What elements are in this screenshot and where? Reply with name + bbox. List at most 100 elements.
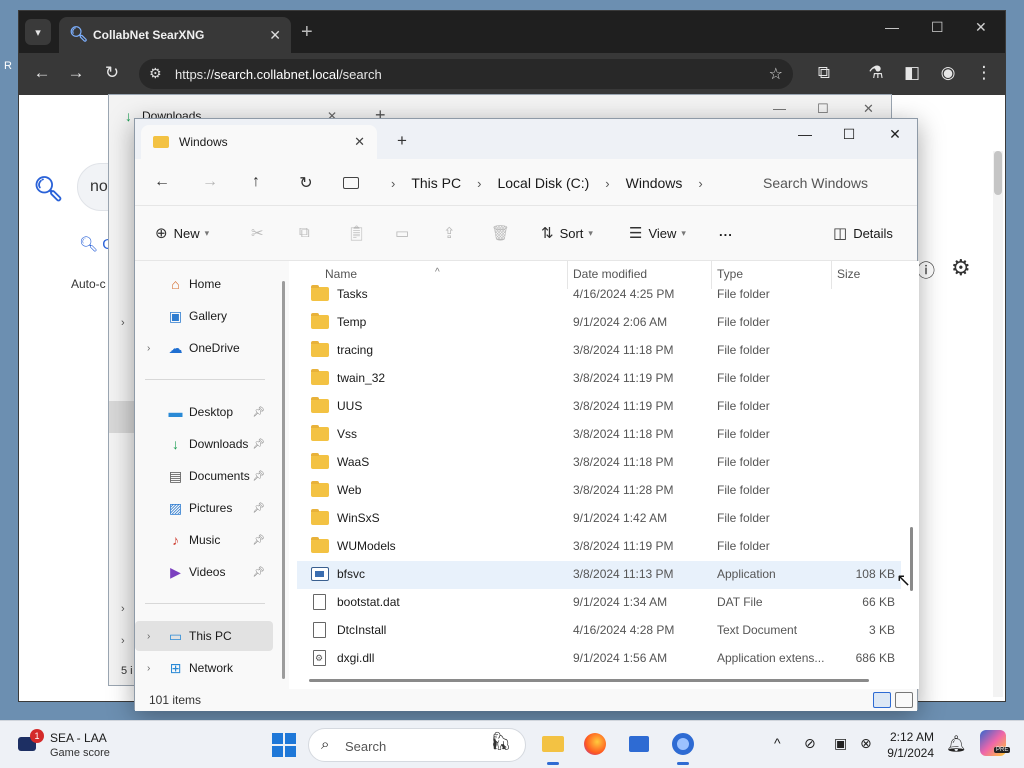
taskbar-search[interactable]: ⌕ Search 🦍︎ [308,728,526,762]
close-window-icon[interactable]: ✕ [863,101,874,117]
share-icon[interactable]: ⇪ [443,224,456,242]
column-header-name[interactable]: Name [325,267,357,281]
file-row[interactable]: dxgi.dll 9/1/2024 1:56 AM Application exte… [297,645,901,673]
file-row[interactable]: Temp 9/1/2024 2:06 AM File folder [297,309,901,337]
sidebar-item-network[interactable]: › ⊞ Network [135,653,273,683]
details-view-icon[interactable] [873,692,891,708]
view-button[interactable]: ☰ View ▾ [629,224,686,242]
rename-icon[interactable]: ▭ [395,224,409,242]
file-row[interactable]: bfsvc 3/8/2024 11:13 PM Application 108 KB [297,561,901,589]
pin-icon[interactable]: 📌︎ [252,503,265,514]
forward-icon[interactable]: → [65,63,87,83]
file-row[interactable]: Vss 3/8/2024 11:18 PM File folder [297,421,901,449]
delete-icon[interactable]: 🗑︎ [491,224,510,242]
up-arrow-icon[interactable]: ↑ [245,173,267,191]
close-tab-icon[interactable]: ✕ [354,134,365,150]
bookmark-star-icon[interactable]: ☆ [769,64,783,84]
labs-flask-icon[interactable]: ⚗ [865,63,887,83]
chevron-right-icon[interactable]: › [605,176,609,191]
page-scrollbar[interactable] [993,151,1003,697]
breadcrumb[interactable]: › This PC › Local Disk (C:) › Windows › [343,171,719,195]
address-bar[interactable]: ⚙ https://search.collabnet.local/search … [139,59,793,89]
file-row[interactable]: WinSxS 9/1/2024 1:42 AM File folder [297,505,901,533]
chevron-right-icon[interactable]: › [477,176,481,191]
cut-icon[interactable]: ✂ [251,224,264,242]
file-row[interactable]: Tasks 4/16/2024 4:25 PM File folder [297,281,901,309]
sidebar-item-desktop[interactable]: ▬ Desktop 📌︎ [135,397,273,427]
show-hidden-icons-chevron-up-icon[interactable]: ^ [774,735,781,751]
info-icon[interactable]: ⓘ [917,257,935,283]
new-tab-button[interactable]: + [301,21,313,44]
pin-icon[interactable]: 📌︎ [252,439,265,450]
forward-icon[interactable]: → [199,173,221,191]
maximize-icon[interactable]: ☐ [817,101,829,117]
side-panel-icon[interactable]: ◧ [901,63,923,83]
file-row[interactable]: Web 3/8/2024 11:28 PM File folder [297,477,901,505]
chrome-menu-icon[interactable]: ⋮ [973,63,995,83]
chevron-right-icon[interactable]: › [121,635,125,647]
sort-button[interactable]: ⇅ Sort ▾ [541,224,593,242]
breadcrumb-windows[interactable]: Windows [626,175,683,191]
file-row[interactable]: WaaS 3/8/2024 11:18 PM File folder [297,449,901,477]
sports-widget[interactable]: 1 SEA - LAA Game score [18,729,158,763]
refresh-icon[interactable]: ↻ [295,173,317,193]
pin-icon[interactable]: 📌︎ [252,535,265,546]
maximize-icon[interactable]: ☐ [839,126,859,143]
sidebar-item-pictures[interactable]: ▨ Pictures 📌︎ [135,493,273,523]
sidebar-item-onedrive[interactable]: › ☁ OneDrive [135,333,273,363]
firefox-taskbar-icon[interactable] [580,729,610,759]
file-explorer-taskbar-icon[interactable] [538,729,568,765]
searxng-logo-icon[interactable]: 🔍︎ [33,175,63,204]
new-tab-button[interactable]: + [397,131,407,151]
sidebar-item-home[interactable]: ⌂ Home [135,269,273,299]
minimize-icon[interactable]: — [795,126,815,142]
navigation-pane-scrollbar[interactable] [281,261,287,689]
file-row[interactable]: bootstat.dat 9/1/2024 1:34 AM DAT File 66 K… [297,589,901,617]
minimize-icon[interactable]: — [773,101,786,116]
file-list-vertical-scrollbar[interactable] [909,261,915,681]
close-window-icon[interactable]: ✕ [975,19,987,36]
column-header-type[interactable]: Type [717,267,743,281]
file-row[interactable]: WUModels 3/8/2024 11:19 PM File folder [297,533,901,561]
sidebar-item-documents[interactable]: ▤ Documents 📌︎ [135,461,273,491]
chevron-right-icon[interactable]: › [147,343,150,354]
copy-icon[interactable]: ⧉ [299,224,310,241]
sidebar-item-this-pc[interactable]: › ▭ This PC [135,621,273,651]
sidebar-item-gallery[interactable]: ▣ Gallery [135,301,273,331]
paste-icon[interactable]: 📋︎ [347,224,366,242]
chrome-taskbar-icon[interactable] [668,729,698,765]
minimize-icon[interactable]: — [885,19,899,35]
system-clock[interactable]: 2:12 AM 9/1/2024 [882,729,934,761]
explorer-tab-windows[interactable]: Windows ✕ [141,125,377,159]
reload-icon[interactable]: ↻ [101,63,123,83]
file-row[interactable]: UUS 3/8/2024 11:19 PM File folder [297,393,901,421]
breadcrumb-local-disk[interactable]: Local Disk (C:) [497,175,589,191]
settings-gear-icon[interactable]: ⚙ [951,255,971,281]
chevron-right-icon[interactable]: › [121,317,125,329]
maximize-icon[interactable]: ☐ [931,19,944,36]
column-header-date-modified[interactable]: Date modified [573,267,647,281]
tab-search-dropdown-icon[interactable]: ▾ [25,19,51,45]
back-icon[interactable]: ← [31,63,53,83]
breadcrumb-this-pc[interactable]: This PC [411,175,461,191]
chevron-right-icon[interactable]: › [391,176,395,191]
more-options-button[interactable]: ... [719,224,733,239]
file-list-horizontal-scrollbar[interactable] [309,679,869,683]
sidebar-item-downloads[interactable]: ↓ Downloads 📌︎ [135,429,273,459]
back-icon[interactable]: ← [151,173,173,191]
network-off-icon[interactable]: ⊘ [804,735,816,752]
explorer-search-input[interactable]: Search Windows [747,166,907,198]
profile-avatar-icon[interactable]: ◉ [937,63,959,83]
close-tab-icon[interactable]: ✕ [269,27,281,44]
large-icons-view-icon[interactable] [895,692,913,708]
display-icon[interactable]: ▣ [834,735,847,752]
file-row[interactable]: twain_32 3/8/2024 11:19 PM File folder [297,365,901,393]
chevron-right-icon[interactable]: › [121,603,125,615]
details-pane-button[interactable]: ◫ Details [833,224,893,242]
chevron-right-icon[interactable]: › [147,663,150,674]
pin-icon[interactable]: 📌︎ [252,471,265,482]
pin-icon[interactable]: 📌︎ [252,407,265,418]
sidebar-item-videos[interactable]: ▶ Videos 📌︎ [135,557,273,587]
chevron-right-icon[interactable]: › [147,631,150,642]
site-info-icon[interactable]: ⚙ [149,65,162,82]
